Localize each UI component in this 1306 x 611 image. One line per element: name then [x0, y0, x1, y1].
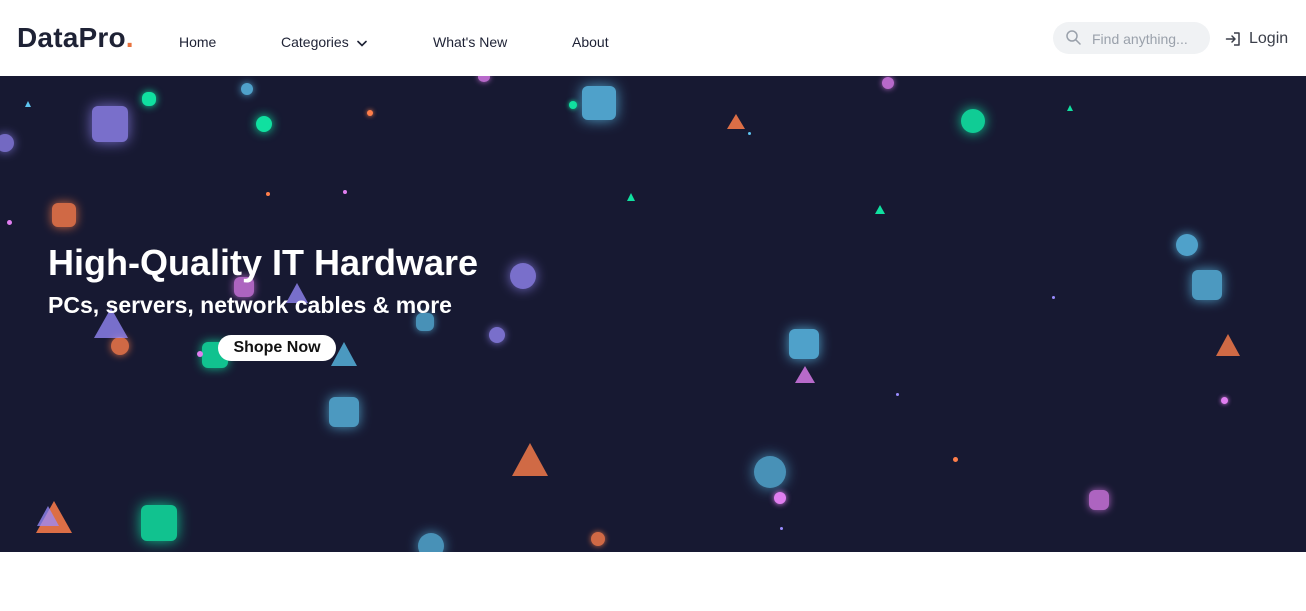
- hero-banner: High-Quality IT Hardware PCs, servers, n…: [0, 76, 1306, 552]
- particle-triangle: [37, 506, 59, 526]
- particle-triangle: [627, 193, 635, 201]
- particle-dot: [748, 132, 751, 135]
- particle-square: [92, 106, 128, 142]
- search-input[interactable]: [1090, 29, 1206, 49]
- particle-dot: [367, 110, 373, 116]
- login-icon: [1225, 32, 1240, 46]
- particle-dot: [1221, 397, 1228, 404]
- hero-subtitle: PCs, servers, network cables & more: [48, 292, 452, 318]
- particle-dot: [510, 263, 536, 289]
- particle-dot: [961, 109, 985, 133]
- particle-dot: [7, 220, 12, 225]
- search-icon: [1066, 30, 1081, 45]
- search-box[interactable]: [1053, 22, 1210, 54]
- particle-dot: [1176, 234, 1198, 256]
- particle-square: [1192, 270, 1222, 300]
- particle-dot: [266, 192, 270, 196]
- particle-square: [569, 101, 577, 109]
- particle-dot: [754, 456, 786, 488]
- nav-about[interactable]: About: [572, 34, 609, 50]
- particle-dot: [1052, 296, 1055, 299]
- particle-dot: [478, 76, 490, 82]
- particle-dot: [241, 83, 253, 95]
- shop-now-button[interactable]: Shope Now: [218, 335, 336, 361]
- particle-square: [329, 397, 359, 427]
- nav-categories-label: Categories: [281, 34, 349, 50]
- particle-dot: [953, 457, 958, 462]
- particle-dot: [343, 190, 347, 194]
- particle-dot: [489, 327, 505, 343]
- brand-name: DataPro: [17, 22, 126, 53]
- particle-triangle: [795, 366, 815, 383]
- particle-square: [52, 203, 76, 227]
- particle-square: [142, 92, 156, 106]
- brand-dot: .: [125, 22, 134, 53]
- chevron-down-icon: [356, 40, 367, 47]
- particle-triangle: [512, 443, 548, 476]
- site-header: DataPro. Home Categories What's New Abou…: [0, 0, 1306, 76]
- particle-dot: [591, 532, 605, 546]
- particle-dot: [780, 527, 783, 530]
- particle-square: [141, 505, 177, 541]
- particle-dot: [418, 533, 444, 552]
- particle-square: [582, 86, 616, 120]
- particle-dot: [111, 337, 129, 355]
- particle-dot: [0, 134, 14, 152]
- particle-square: [1089, 490, 1109, 510]
- particle-dot: [774, 492, 786, 504]
- login-label: Login: [1249, 30, 1289, 47]
- particle-dot: [896, 393, 899, 396]
- particle-dot: [197, 351, 203, 357]
- particle-dot: [882, 77, 894, 89]
- nav-home[interactable]: Home: [179, 34, 216, 50]
- particle-triangle: [25, 101, 31, 107]
- particle-dot: [256, 116, 272, 132]
- particle-triangle: [1067, 105, 1073, 111]
- nav-categories[interactable]: Categories: [281, 34, 367, 50]
- hero-title: High-Quality IT Hardware: [48, 242, 479, 283]
- login-link[interactable]: Login: [1225, 29, 1288, 49]
- brand-logo[interactable]: DataPro.: [17, 22, 134, 54]
- particle-triangle: [875, 205, 885, 214]
- particle-triangle: [727, 114, 745, 129]
- nav-whats-new[interactable]: What's New: [433, 34, 507, 50]
- particle-square: [789, 329, 819, 359]
- particle-triangle: [1216, 334, 1240, 356]
